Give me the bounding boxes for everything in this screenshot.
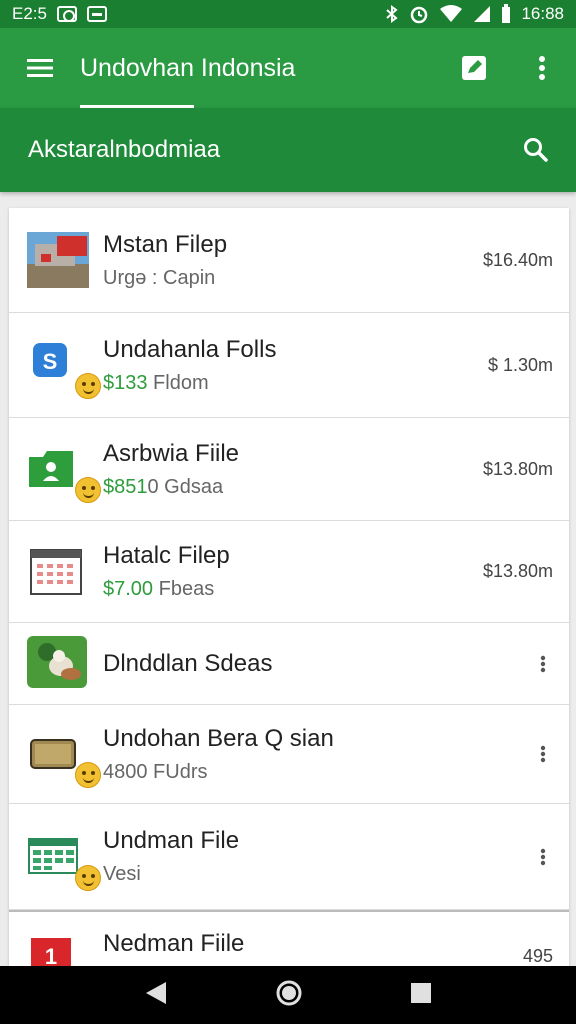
bluetooth-icon xyxy=(386,5,399,23)
item-size: $16.40m xyxy=(482,249,553,270)
list-item[interactable]: Undman File Vesi xyxy=(9,804,569,910)
item-title: Hatalc Filep xyxy=(103,542,230,569)
signal-icon xyxy=(474,6,491,22)
wifi-icon xyxy=(440,5,463,22)
overflow-menu-button[interactable] xyxy=(508,34,576,102)
back-button[interactable] xyxy=(144,980,168,1011)
edit-note-icon xyxy=(462,56,486,80)
item-subtitle: $7.00 Fbeas xyxy=(103,578,215,600)
app-bar: Undovhan Indonsia xyxy=(0,28,576,108)
app-title-tab[interactable]: Undovhan Indonsia xyxy=(80,28,295,108)
item-title: Undohan Bera Q sian xyxy=(103,724,334,752)
smiley-badge-icon xyxy=(75,762,101,788)
smiley-badge-icon xyxy=(75,864,101,891)
home-circle-icon xyxy=(276,980,302,1005)
item-subtitle: Urgə : Capin xyxy=(103,266,216,289)
green-folder-icon xyxy=(27,439,101,503)
status-time-right: 16:88 xyxy=(521,4,564,23)
item-size: $ 1.30m xyxy=(487,354,553,375)
list-item[interactable]: Hatalc Filep $7.00 Fbeas $13.80m xyxy=(9,521,569,623)
list-item[interactable]: Mstan Filep Urgə : Capin $16.40m xyxy=(9,208,569,313)
status-bar: E2:5 16:88 xyxy=(0,0,576,28)
photo-thumbnail-icon xyxy=(27,230,89,290)
more-vert-icon xyxy=(540,848,546,865)
system-navigation-bar xyxy=(0,966,576,1024)
message-notification-icon xyxy=(86,6,107,22)
camera-notification-icon xyxy=(56,6,77,22)
item-subtitle: $8510 Gdsaa xyxy=(103,475,224,498)
item-size: 495 xyxy=(522,946,553,966)
menu-button[interactable] xyxy=(0,28,80,108)
item-overflow-button[interactable] xyxy=(523,837,563,877)
search-icon xyxy=(524,138,548,162)
item-overflow-button[interactable] xyxy=(523,734,563,774)
list-item[interactable]: S Undahanla Folls $133 Fldom $ 1.30m xyxy=(9,313,569,418)
item-title: Mstan Filep xyxy=(103,230,228,258)
list-item[interactable]: Dlnddlan Sdeas xyxy=(9,623,569,705)
item-title: Dlnddlan Sdeas xyxy=(103,649,273,677)
item-title: Asrbwia Fiile xyxy=(103,439,240,467)
blue-s-app-icon: S xyxy=(27,335,101,399)
edit-button[interactable] xyxy=(440,34,508,102)
calendar-grid-icon xyxy=(27,542,87,602)
spreadsheet-icon xyxy=(27,827,101,891)
status-time-left: E2:5 xyxy=(12,4,47,23)
list-item[interactable]: 1 Nedman Fiile 495 xyxy=(9,910,569,970)
card-icon xyxy=(27,724,101,788)
red-number-icon: 1 xyxy=(27,930,87,970)
item-size: $13.80m xyxy=(482,561,553,581)
animal-photo-icon xyxy=(27,634,87,694)
sub-header-bar: Akstaralnbodmiaa xyxy=(0,108,576,192)
recents-button[interactable] xyxy=(410,982,432,1009)
item-title: Undman File xyxy=(103,827,240,854)
item-subtitle: $133 Fldom xyxy=(103,371,209,394)
recents-square-icon xyxy=(411,982,432,1003)
list-item[interactable]: Undohan Bera Q sian 4800 FUdrs xyxy=(9,705,569,804)
more-vert-icon xyxy=(539,56,545,80)
item-subtitle: Vesi xyxy=(103,863,141,885)
app-title: Undovhan Indonsia xyxy=(80,53,296,82)
item-title: Undahanla Folls xyxy=(103,335,277,363)
back-triangle-icon xyxy=(145,981,166,1004)
search-button[interactable] xyxy=(496,108,576,192)
alarm-icon xyxy=(411,6,428,24)
more-vert-icon xyxy=(540,745,546,763)
smiley-badge-icon xyxy=(75,477,101,503)
smiley-badge-icon xyxy=(75,373,101,399)
item-overflow-button[interactable] xyxy=(523,644,563,684)
file-list: Mstan Filep Urgə : Capin $16.40m S Undah… xyxy=(9,208,569,970)
item-title: Nedman Fiile xyxy=(103,930,245,957)
battery-icon xyxy=(502,4,511,23)
item-subtitle: 4800 FUdrs xyxy=(103,760,208,783)
svg-text:S: S xyxy=(43,349,58,374)
section-title: Akstaralnbodmiaa xyxy=(28,136,221,163)
hamburger-menu-icon xyxy=(27,59,53,77)
list-item[interactable]: Asrbwia Fiile $8510 Gdsaa $13.80m xyxy=(9,418,569,521)
more-vert-icon xyxy=(540,655,546,672)
item-size: $13.80m xyxy=(482,458,553,479)
home-button[interactable] xyxy=(275,979,303,1012)
